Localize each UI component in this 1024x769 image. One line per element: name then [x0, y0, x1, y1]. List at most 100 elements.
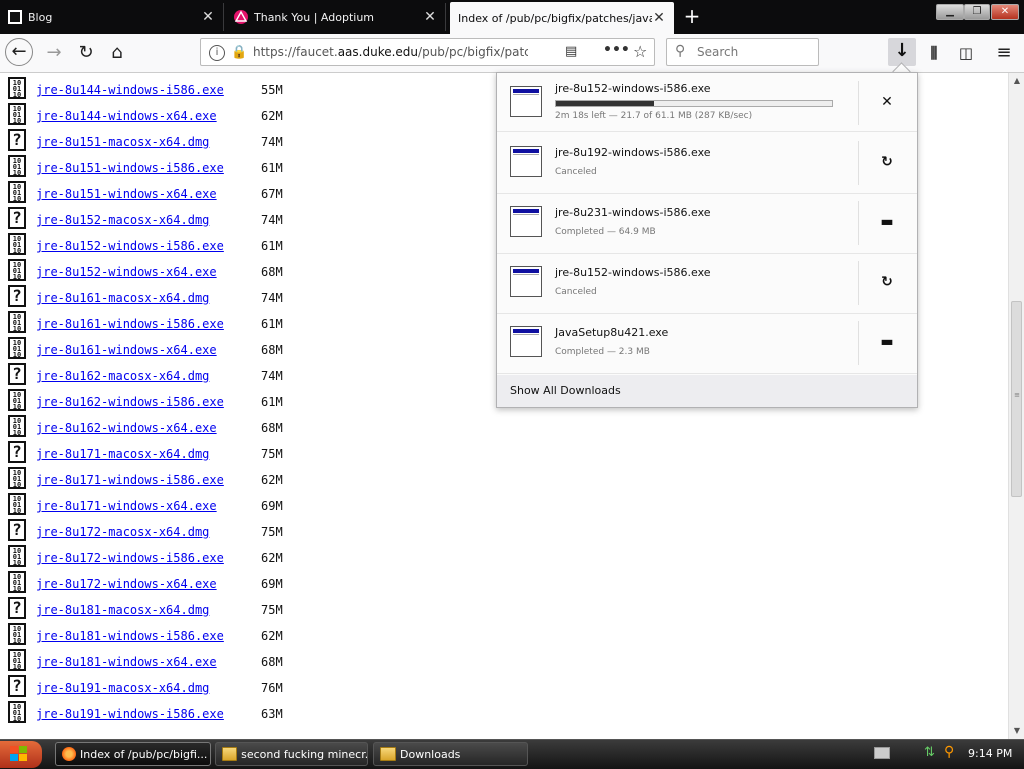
close-tab-icon[interactable]: ✕	[201, 9, 215, 25]
reload-button[interactable]: ↻	[72, 39, 100, 67]
file-size: 68M	[261, 343, 283, 357]
download-item[interactable]: jre-8u152-windows-i586.exe Canceled ↻	[497, 253, 917, 314]
page-actions-icon[interactable]: •••	[603, 42, 630, 58]
file-size: 76M	[261, 681, 283, 695]
reader-view-icon[interactable]: ▤	[565, 44, 577, 59]
new-tab-button[interactable]: +	[680, 5, 704, 29]
file-size: 61M	[261, 239, 283, 253]
file-size: 75M	[261, 525, 283, 539]
file-link[interactable]: jre-8u171-windows-x64.exe	[36, 499, 217, 513]
file-link[interactable]: jre-8u172-windows-i586.exe	[36, 551, 224, 565]
file-row: 10 01 10 jre-8u162-windows-x64.exe 68M	[0, 415, 400, 441]
tab-adoptium[interactable]: Thank You | Adoptium ✕	[226, 3, 446, 31]
minimize-button[interactable]: ▁	[936, 4, 964, 20]
file-link[interactable]: jre-8u191-macosx-x64.dmg	[36, 681, 209, 695]
scroll-down-arrow-icon[interactable]: ▼	[1009, 723, 1024, 739]
lock-icon[interactable]: 🔒	[231, 45, 247, 60]
close-tab-icon[interactable]: ✕	[423, 9, 437, 25]
tab-blog[interactable]: Blog ✕	[0, 3, 224, 31]
network-icon[interactable]: ⇅	[924, 745, 935, 760]
tab-title: Thank You | Adoptium	[254, 10, 375, 24]
file-link[interactable]: jre-8u151-macosx-x64.dmg	[36, 135, 209, 149]
file-link[interactable]: jre-8u162-macosx-x64.dmg	[36, 369, 209, 383]
download-item[interactable]: jre-8u231-windows-i586.exe Completed — 64…	[497, 193, 917, 254]
file-link[interactable]: jre-8u172-windows-x64.exe	[36, 577, 217, 591]
download-item[interactable]: jre-8u192-windows-i586.exe Canceled ↻	[497, 133, 917, 194]
search-box[interactable]: ⚲ Search	[666, 38, 819, 66]
cancel-download-button[interactable]: ✕	[875, 90, 899, 114]
file-link[interactable]: jre-8u162-windows-x64.exe	[36, 421, 217, 435]
file-link[interactable]: jre-8u152-macosx-x64.dmg	[36, 213, 209, 227]
close-window-button[interactable]: ✕	[991, 4, 1019, 20]
firefox-icon	[62, 747, 76, 761]
download-item[interactable]: JavaSetup8u421.exe Completed — 2.3 MB ▬	[497, 313, 917, 374]
search-tray-icon[interactable]: ⚲	[944, 744, 954, 760]
binary-file-icon: 10 01 10	[8, 415, 26, 437]
open-containing-folder-button[interactable]: ▬	[875, 330, 899, 354]
file-link[interactable]: jre-8u161-windows-i586.exe	[36, 317, 224, 331]
file-size: 68M	[261, 655, 283, 669]
file-link[interactable]: jre-8u171-windows-i586.exe	[36, 473, 224, 487]
file-link[interactable]: jre-8u144-windows-i586.exe	[36, 83, 224, 97]
home-button[interactable]: ⌂	[103, 39, 131, 67]
file-link[interactable]: jre-8u181-windows-i586.exe	[36, 629, 224, 643]
taskbar-item-downloads-folder[interactable]: Downloads	[373, 742, 528, 766]
file-row: 10 01 10 jre-8u172-windows-x64.exe 69M	[0, 571, 400, 597]
file-size: 74M	[261, 213, 283, 227]
back-button[interactable]: ←	[5, 38, 33, 66]
scroll-thumb[interactable]: ≡	[1011, 301, 1022, 497]
file-link[interactable]: jre-8u152-windows-i586.exe	[36, 239, 224, 253]
file-link[interactable]: jre-8u162-windows-i586.exe	[36, 395, 224, 409]
taskbar-item-minecraft-folder[interactable]: second fucking minecr...	[215, 742, 368, 766]
file-size: 61M	[261, 317, 283, 331]
scroll-up-arrow-icon[interactable]: ▲	[1009, 73, 1024, 89]
file-link[interactable]: jre-8u144-windows-x64.exe	[36, 109, 217, 123]
url-text[interactable]: https://faucet.aas.duke.edu/pub/pc/bigfi…	[253, 45, 528, 59]
taskbar-item-firefox[interactable]: Index of /pub/pc/bigfi...	[55, 742, 211, 766]
file-size: 74M	[261, 291, 283, 305]
file-row: 10 01 10 jre-8u152-windows-i586.exe 61M	[0, 233, 400, 259]
file-row: ? jre-8u172-macosx-x64.dmg 75M	[0, 519, 400, 545]
file-link[interactable]: jre-8u181-windows-x64.exe	[36, 655, 217, 669]
library-button[interactable]: ⫼	[920, 39, 948, 67]
file-link[interactable]: jre-8u172-macosx-x64.dmg	[36, 525, 209, 539]
close-tab-icon[interactable]: ✕	[652, 10, 666, 26]
binary-file-icon: 10 01 10	[8, 233, 26, 255]
retry-download-button[interactable]: ↻	[875, 270, 899, 294]
keyboard-icon[interactable]	[874, 747, 890, 759]
hamburger-menu-button[interactable]: ≡	[990, 39, 1018, 67]
clock[interactable]: 9:14 PM	[968, 747, 1012, 760]
file-size: 74M	[261, 369, 283, 383]
file-row: ? jre-8u152-macosx-x64.dmg 74M	[0, 207, 400, 233]
unknown-file-icon: ?	[8, 441, 26, 463]
search-icon: ⚲	[675, 43, 686, 59]
divider	[858, 141, 859, 185]
forward-button[interactable]: →	[40, 39, 68, 67]
vertical-scrollbar[interactable]: ▲ ≡ ▼	[1008, 73, 1024, 739]
downloads-panel: jre-8u152-windows-i586.exe 2m 18s left — …	[496, 72, 918, 408]
file-link[interactable]: jre-8u151-windows-x64.exe	[36, 187, 217, 201]
start-button[interactable]	[0, 741, 42, 768]
url-bar[interactable]: i 🔒 https://faucet.aas.duke.edu/pub/pc/b…	[200, 38, 655, 66]
download-item[interactable]: jre-8u152-windows-i586.exe 2m 18s left — …	[497, 73, 917, 132]
divider	[858, 201, 859, 245]
search-placeholder: Search	[697, 45, 739, 59]
tab-index-java[interactable]: Index of /pub/pc/bigfix/patches/java ✕	[450, 2, 674, 34]
maximize-button[interactable]: ❐	[964, 4, 990, 20]
file-size: 69M	[261, 499, 283, 513]
file-link[interactable]: jre-8u171-macosx-x64.dmg	[36, 447, 209, 461]
file-link[interactable]: jre-8u191-windows-i586.exe	[36, 707, 224, 721]
file-link[interactable]: jre-8u151-windows-i586.exe	[36, 161, 224, 175]
file-row: 10 01 10 jre-8u151-windows-x64.exe 67M	[0, 181, 400, 207]
open-containing-folder-button[interactable]: ▬	[875, 210, 899, 234]
sidebar-toggle-button[interactable]: ◫	[952, 39, 980, 67]
bookmark-star-icon[interactable]: ☆	[633, 42, 647, 61]
info-icon[interactable]: i	[209, 45, 225, 61]
file-link[interactable]: jre-8u152-windows-x64.exe	[36, 265, 217, 279]
downloads-button[interactable]: ↓	[888, 38, 916, 66]
show-all-downloads-button[interactable]: Show All Downloads	[497, 375, 917, 407]
file-link[interactable]: jre-8u161-macosx-x64.dmg	[36, 291, 209, 305]
file-link[interactable]: jre-8u161-windows-x64.exe	[36, 343, 217, 357]
file-link[interactable]: jre-8u181-macosx-x64.dmg	[36, 603, 209, 617]
retry-download-button[interactable]: ↻	[875, 150, 899, 174]
